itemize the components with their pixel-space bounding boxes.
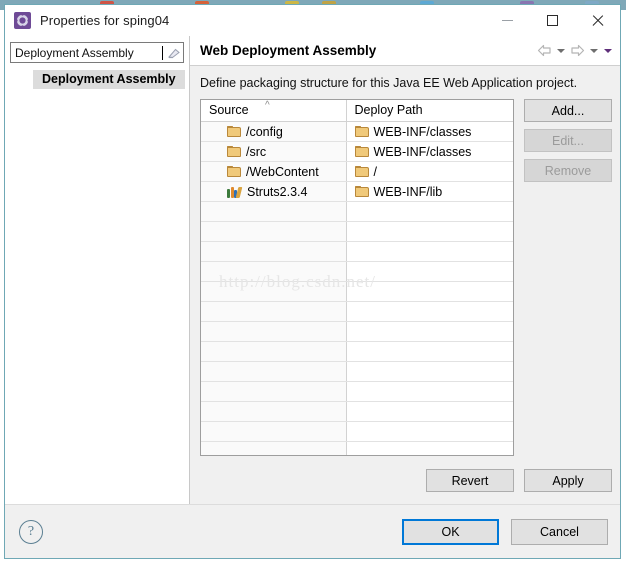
settings-tree: Deployment Assembly — [10, 70, 185, 89]
table-row-empty[interactable] — [201, 201, 513, 222]
table-row[interactable]: /WebContent / — [201, 161, 513, 182]
sidebar-item-deployment-assembly[interactable]: Deployment Assembly — [33, 70, 185, 89]
page-header: Web Deployment Assembly — [190, 36, 620, 66]
cell-deploy-path: / — [346, 161, 513, 182]
footer-buttons: OK Cancel — [402, 518, 608, 545]
table-header-row: Source ^ Deploy Path — [201, 100, 513, 122]
page-navigation — [535, 42, 614, 60]
filter-input[interactable] — [15, 45, 162, 60]
remove-button[interactable]: Remove — [524, 159, 612, 182]
source-label: Struts2.3.4 — [247, 184, 308, 199]
table-row-empty[interactable] — [201, 381, 513, 402]
revert-button[interactable]: Revert — [426, 469, 514, 492]
table-row-empty[interactable] — [201, 361, 513, 382]
folder-icon — [354, 126, 369, 137]
apply-buttons-row: Revert Apply — [190, 456, 620, 504]
text-caret — [162, 45, 163, 60]
page-title: Web Deployment Assembly — [200, 43, 377, 58]
source-label: /WebContent — [246, 164, 319, 179]
cell-source: /WebContent — [201, 161, 347, 182]
filter-box[interactable] — [10, 42, 184, 63]
folder-icon — [227, 126, 241, 137]
cell-source: /config — [201, 121, 347, 142]
table-row[interactable]: Struts2.3.4 WEB-INF/lib — [201, 181, 513, 202]
table-row-empty[interactable] — [201, 301, 513, 322]
sort-ascending-icon: ^ — [265, 100, 270, 111]
dialog-footer: ? OK Cancel — [5, 504, 620, 558]
cell-source: /src — [201, 141, 347, 162]
apply-button[interactable]: Apply — [524, 469, 612, 492]
close-icon — [591, 14, 604, 27]
dialog-body: Deployment Assembly Web Deployment Assem… — [5, 36, 620, 504]
title-bar: Properties for sping04 — [5, 5, 620, 36]
table-body: /config WEB-INF/classes /src WEB-INF/cla… — [201, 121, 513, 455]
table-row-empty[interactable] — [201, 321, 513, 342]
edit-button[interactable]: Edit... — [524, 129, 612, 152]
add-button[interactable]: Add... — [524, 99, 612, 122]
folder-icon — [354, 186, 369, 197]
deploy-path-label: / — [373, 164, 377, 179]
column-header-source-label: Source — [209, 103, 249, 117]
deploy-path-label: WEB-INF/classes — [373, 124, 472, 139]
deploy-path-label: WEB-INF/lib — [373, 184, 443, 199]
cell-deploy-path: WEB-INF/classes — [346, 121, 513, 142]
table-action-buttons: Add... Edit... Remove — [514, 99, 612, 456]
folder-icon — [227, 146, 241, 157]
content-area: http://blog.csdn.net/ Source ^ Deploy Pa… — [190, 99, 620, 456]
gear-icon — [14, 12, 31, 29]
folder-icon — [354, 146, 369, 157]
maximize-button[interactable] — [530, 5, 575, 36]
forward-history-chevron-down-icon[interactable] — [587, 42, 600, 60]
table-row-empty[interactable] — [201, 401, 513, 422]
settings-page: Web Deployment Assembly Define packaging… — [190, 36, 620, 504]
column-header-source[interactable]: Source ^ — [201, 100, 347, 122]
close-button[interactable] — [575, 5, 620, 36]
folder-icon — [227, 166, 241, 177]
folder-icon — [354, 166, 369, 177]
maximize-icon — [547, 15, 558, 26]
table-row-empty[interactable] — [201, 341, 513, 362]
deployment-assembly-table: http://blog.csdn.net/ Source ^ Deploy Pa… — [200, 99, 514, 456]
library-icon — [227, 186, 243, 198]
column-header-deploy-path-label: Deploy Path — [354, 103, 423, 117]
table-row-empty[interactable] — [201, 441, 513, 455]
view-menu-chevron-down-icon[interactable] — [601, 42, 614, 60]
ok-button[interactable]: OK — [402, 518, 499, 545]
column-header-deploy-path[interactable]: Deploy Path — [346, 100, 513, 122]
table-row-empty[interactable] — [201, 421, 513, 442]
table-row[interactable]: /config WEB-INF/classes — [201, 121, 513, 142]
minimize-button[interactable] — [485, 5, 530, 36]
table-row[interactable]: /src WEB-INF/classes — [201, 141, 513, 162]
table-row-empty[interactable] — [201, 261, 513, 282]
deploy-path-label: WEB-INF/classes — [373, 144, 472, 159]
cell-deploy-path: WEB-INF/lib — [346, 181, 513, 202]
back-arrow-icon[interactable] — [535, 42, 553, 60]
cell-source: Struts2.3.4 — [201, 181, 347, 202]
properties-dialog: Properties for sping04 Deployment Assemb… — [4, 4, 621, 559]
settings-sidebar: Deployment Assembly — [5, 36, 190, 504]
source-label: /config — [246, 124, 283, 139]
page-description: Define packaging structure for this Java… — [200, 76, 578, 90]
cell-deploy-path: WEB-INF/classes — [346, 141, 513, 162]
help-icon[interactable]: ? — [19, 519, 43, 544]
table-row-empty[interactable] — [201, 241, 513, 262]
back-history-chevron-down-icon[interactable] — [554, 42, 567, 60]
table-row-empty[interactable] — [201, 221, 513, 242]
forward-arrow-icon[interactable] — [568, 42, 586, 60]
cancel-button[interactable]: Cancel — [511, 518, 608, 545]
minimize-icon — [502, 20, 513, 21]
eraser-icon[interactable] — [166, 46, 181, 60]
source-label: /src — [246, 144, 267, 159]
window-controls — [485, 5, 620, 36]
window-title: Properties for sping04 — [40, 13, 170, 28]
table-row-empty[interactable] — [201, 281, 513, 302]
